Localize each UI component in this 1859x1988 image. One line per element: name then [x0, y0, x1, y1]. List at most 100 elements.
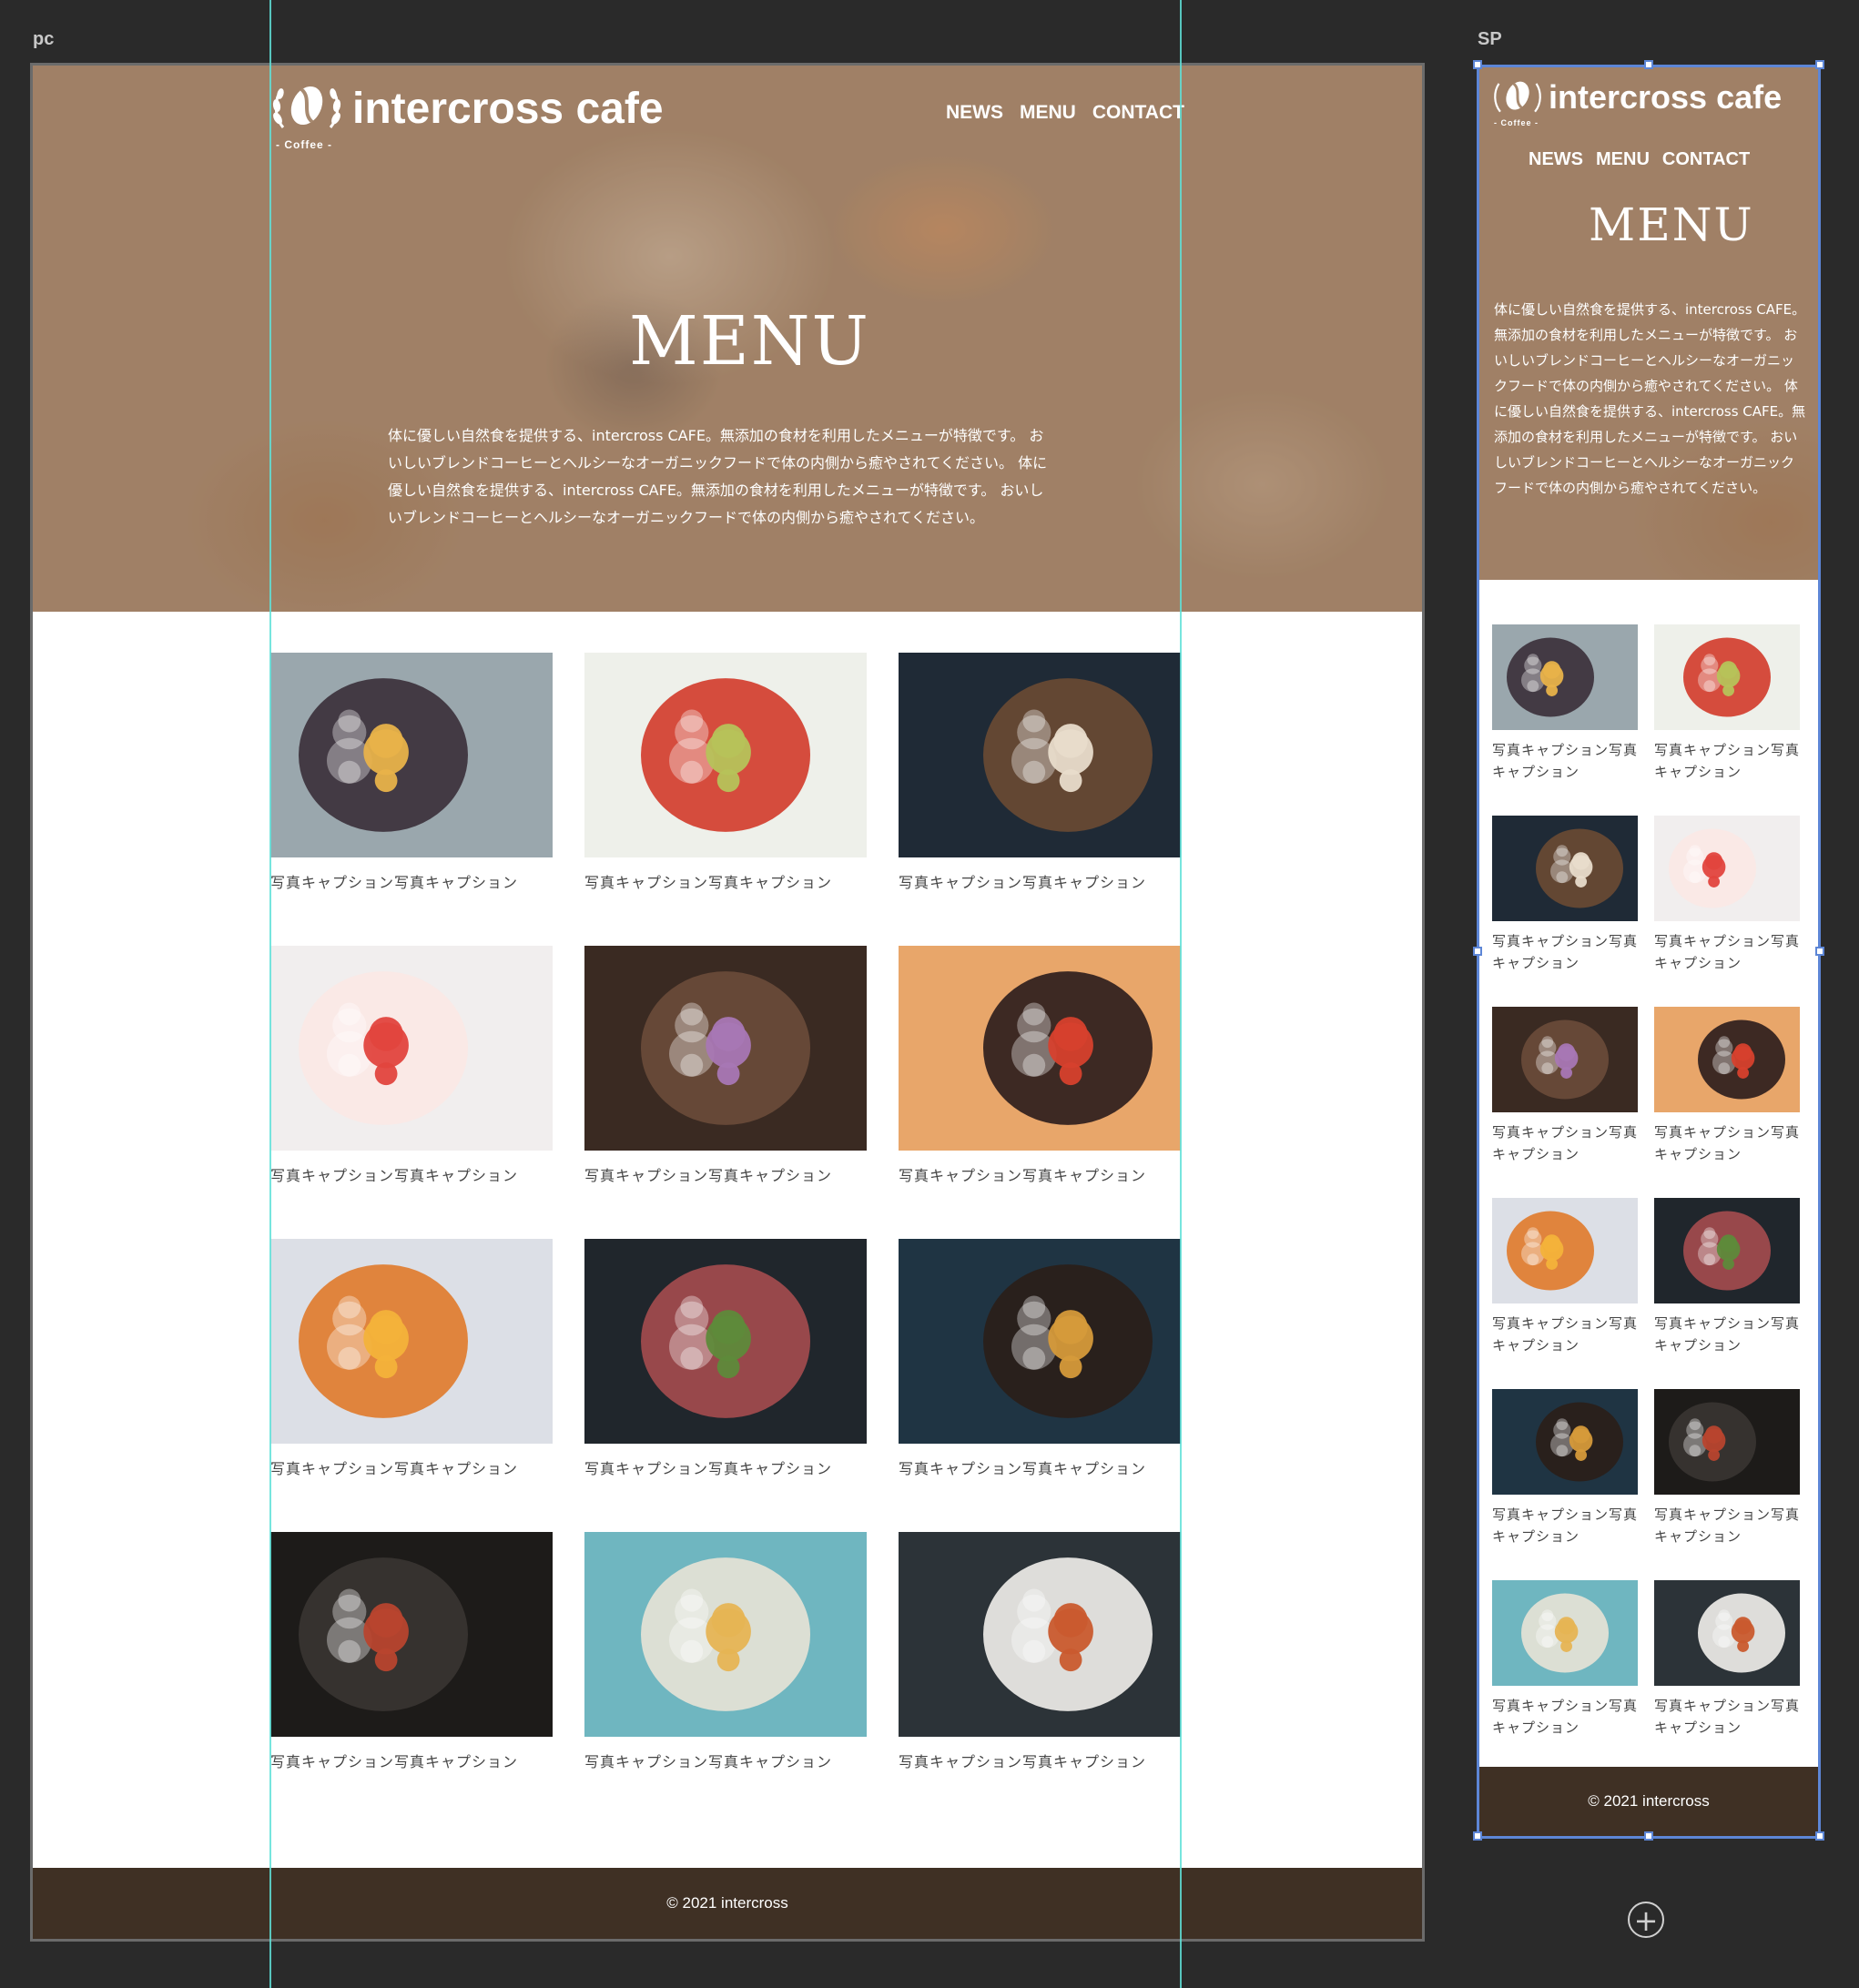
sp-menu-photo[interactable] [1492, 1007, 1638, 1112]
menu-photo[interactable] [899, 1532, 1181, 1737]
menu-photo[interactable] [584, 1239, 867, 1444]
menu-photo[interactable] [270, 1532, 553, 1737]
meatball-plate-photo [899, 1532, 1181, 1737]
sp-menu-photo[interactable] [1492, 1198, 1638, 1303]
noodle-bowl-photo [584, 1532, 867, 1737]
menu-card[interactable]: 写真キャプション写真キャプション [584, 653, 867, 946]
sp-menu-card[interactable]: 写真キャプション写真キャプション [1492, 1389, 1638, 1580]
intro-text: 体に優しい自然食を提供する、intercross CAFE。無添加の食材を利用し… [388, 427, 1048, 526]
site-footer: © 2021 intercross [33, 1868, 1422, 1939]
site-logo[interactable]: - Coffee - intercross cafe [270, 82, 664, 151]
sp-menu-caption: 写真キャプション写真キャプション [1654, 1124, 1801, 1162]
nav-menu[interactable]: MENU [1020, 102, 1076, 124]
resize-handle-mr[interactable] [1815, 947, 1824, 956]
menu-photo[interactable] [899, 653, 1181, 857]
nav-news[interactable]: NEWS [946, 102, 1003, 124]
sp-nav-contact[interactable]: CONTACT [1662, 149, 1750, 170]
sp-artboard[interactable]: - Coffee - intercross cafe NEWS MENU CON… [1477, 65, 1821, 1839]
resize-handle-tl[interactable] [1473, 60, 1482, 69]
menu-caption: 写真キャプション写真キャプション [270, 1167, 519, 1184]
menu-card[interactable]: 写真キャプション写真キャプション [270, 653, 553, 946]
menu-caption: 写真キャプション写真キャプション [899, 874, 1147, 891]
sp-menu-caption: 写真キャプション写真キャプション [1492, 1698, 1639, 1736]
menu-card[interactable]: 写真キャプション写真キャプション [899, 946, 1181, 1239]
resize-handle-br[interactable] [1815, 1831, 1824, 1841]
sp-menu-photo[interactable] [1654, 1580, 1800, 1686]
main-nav: NEWS MENU CONTACT [946, 102, 1184, 124]
sp-intro-text: 体に優しい自然食を提供する、intercross CAFE。無添加の食材を利用し… [1494, 301, 1806, 496]
noodle-bowl-photo [1492, 1580, 1638, 1686]
menu-caption: 写真キャプション写真キャプション [899, 1167, 1147, 1184]
brand-sub-label: - Coffee - [276, 138, 332, 151]
menu-card[interactable]: 写真キャプション写真キャプション [270, 1239, 553, 1532]
sp-menu-card[interactable]: 写真キャプション写真キャプション [1654, 1007, 1800, 1198]
menu-photo[interactable] [270, 653, 553, 857]
sp-menu-card[interactable]: 写真キャプション写真キャプション [1492, 816, 1638, 1007]
sp-menu-card[interactable]: 写真キャプション写真キャプション [1654, 1389, 1800, 1580]
fruit-bowl-photo [1492, 624, 1638, 730]
sp-menu-card[interactable]: 写真キャプション写真キャプション [1654, 624, 1800, 816]
purple-popsicle-photo [1492, 1007, 1638, 1112]
menu-card[interactable]: 写真キャプション写真キャプション [584, 1532, 867, 1825]
pc-artboard[interactable]: - Coffee - intercross cafe NEWS MENU CON… [30, 63, 1425, 1942]
sp-menu-photo[interactable] [1654, 816, 1800, 921]
resize-handle-ml[interactable] [1473, 947, 1482, 956]
menu-grid: 写真キャプション写真キャプション 写真キャプション写真キャプション 写真キャプション… [270, 653, 1181, 1825]
menu-card[interactable]: 写真キャプション写真キャプション [899, 1532, 1181, 1825]
meatball-plate-photo [1654, 1580, 1800, 1686]
sp-menu-photo[interactable] [1492, 624, 1638, 730]
sp-menu-photo[interactable] [1492, 1389, 1638, 1495]
sp-menu-photo[interactable] [1654, 1198, 1800, 1303]
sp-site-logo[interactable]: - Coffee - intercross cafe [1490, 78, 1782, 127]
copyright-text: © 2021 intercross [666, 1894, 788, 1912]
sp-page-title: MENU [1589, 198, 1754, 251]
menu-card[interactable]: 写真キャプション写真キャプション [899, 653, 1181, 946]
sp-menu-card[interactable]: 写真キャプション写真キャプション [1492, 1007, 1638, 1198]
menu-card[interactable]: 写真キャプション写真キャプション [270, 1532, 553, 1825]
sp-menu-caption: 写真キャプション写真キャプション [1654, 1698, 1801, 1736]
layout-guide-right[interactable] [1180, 0, 1182, 1988]
bacon-plate-photo [1654, 1389, 1800, 1495]
menu-photo[interactable] [584, 1532, 867, 1737]
menu-caption: 写真キャプション写真キャプション [899, 1460, 1147, 1477]
citrus-plate-photo [1492, 1198, 1638, 1303]
menu-photo[interactable] [899, 1239, 1181, 1444]
sp-menu-card[interactable]: 写真キャプション写真キャプション [1492, 624, 1638, 816]
sp-menu-card[interactable]: 写真キャプション写真キャプション [1654, 1198, 1800, 1389]
layout-guide-left[interactable] [269, 0, 271, 1988]
pancake-pan-photo [1492, 1389, 1638, 1495]
add-artboard-button[interactable]: + [1628, 1902, 1664, 1938]
menu-card[interactable]: 写真キャプション写真キャプション [584, 1239, 867, 1532]
menu-photo[interactable] [270, 1239, 553, 1444]
sp-menu-card[interactable]: 写真キャプション写真キャプション [1654, 816, 1800, 1007]
menu-photo[interactable] [584, 946, 867, 1151]
sp-menu-photo[interactable] [1492, 1580, 1638, 1686]
menu-photo[interactable] [270, 946, 553, 1151]
sp-menu-photo[interactable] [1654, 1007, 1800, 1112]
menu-card[interactable]: 写真キャプション写真キャプション [899, 1239, 1181, 1532]
sp-menu-card[interactable]: 写真キャプション写真キャプション [1492, 1198, 1638, 1389]
purple-popsicle-photo [584, 946, 867, 1151]
sp-menu-card[interactable]: 写真キャプション写真キャプション [1654, 1580, 1800, 1771]
sp-menu-photo[interactable] [1654, 624, 1800, 730]
menu-card[interactable]: 写真キャプション写真キャプション [584, 946, 867, 1239]
artboard-label-sp[interactable]: SP [1478, 29, 1502, 50]
sp-nav-menu[interactable]: MENU [1596, 149, 1650, 170]
sp-menu-photo[interactable] [1654, 1389, 1800, 1495]
dessert-dark-photo [899, 653, 1181, 857]
resize-handle-tr[interactable] [1815, 60, 1824, 69]
sp-menu-photo[interactable] [1492, 816, 1638, 921]
menu-photo[interactable] [584, 653, 867, 857]
artboard-label-pc[interactable]: pc [33, 29, 54, 50]
menu-card[interactable]: 写真キャプション写真キャプション [270, 946, 553, 1239]
pasta-salad-photo [1654, 624, 1800, 730]
sp-menu-caption: 写真キャプション写真キャプション [1492, 742, 1639, 780]
sp-menu-caption: 写真キャプション写真キャプション [1492, 1506, 1639, 1545]
nav-contact[interactable]: CONTACT [1092, 102, 1184, 124]
menu-photo[interactable] [899, 946, 1181, 1151]
sp-nav-news[interactable]: NEWS [1529, 149, 1583, 170]
resize-handle-tc[interactable] [1644, 60, 1653, 69]
resize-handle-bl[interactable] [1473, 1831, 1482, 1841]
sp-menu-card[interactable]: 写真キャプション写真キャプション [1492, 1580, 1638, 1771]
resize-handle-bc[interactable] [1644, 1831, 1653, 1841]
